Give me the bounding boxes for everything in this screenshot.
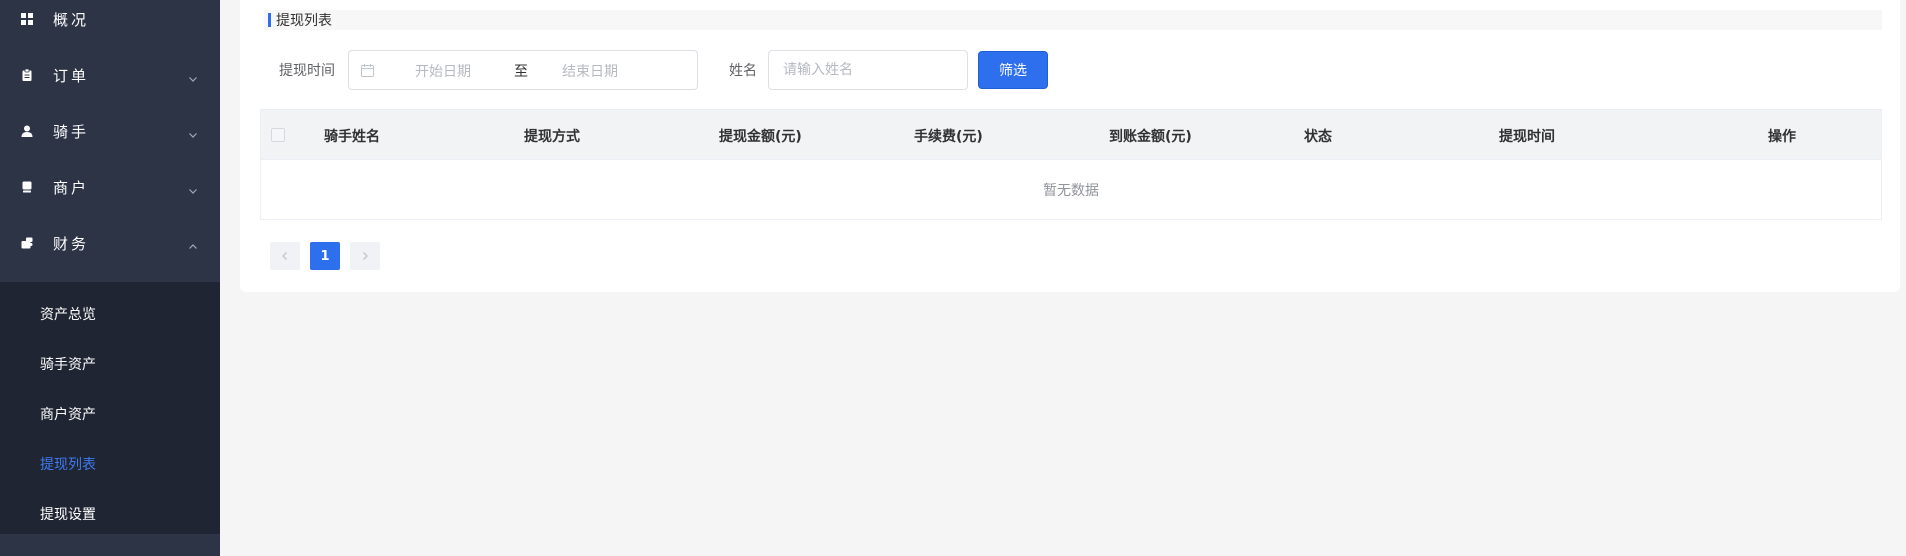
wallet-icon bbox=[21, 237, 33, 249]
name-input[interactable] bbox=[768, 50, 968, 90]
next-page-button[interactable] bbox=[350, 242, 380, 270]
menu-item-merchants[interactable]: 商户 bbox=[0, 159, 220, 215]
content-card: 提现列表 提现时间 开始日期 至 结束日期 姓名 筛选 骑手姓名 提现方式 提现… bbox=[240, 0, 1900, 292]
chevron-down-icon bbox=[188, 182, 198, 194]
sidebar-item-merchant-assets[interactable]: 商户资产 bbox=[0, 389, 220, 439]
range-separator: 至 bbox=[514, 64, 528, 80]
menu-item-label: 财务 bbox=[53, 234, 90, 253]
calendar-icon bbox=[361, 64, 374, 77]
column-header: 提现金额(元) bbox=[719, 129, 802, 145]
start-date-input[interactable]: 开始日期 bbox=[415, 61, 471, 81]
sidebar-item-rider-assets[interactable]: 骑手资产 bbox=[0, 339, 220, 389]
page-title: 提现列表 bbox=[276, 13, 332, 29]
column-header: 提现时间 bbox=[1499, 129, 1555, 145]
menu-item-overview[interactable]: 概况 bbox=[0, 0, 220, 47]
sidebar-item-withdrawal-settings[interactable]: 提现设置 bbox=[0, 489, 220, 539]
select-all-checkbox[interactable] bbox=[271, 128, 285, 142]
shop-icon bbox=[21, 181, 33, 193]
column-header: 到账金额(元) bbox=[1109, 129, 1192, 145]
menu-item-label: 概况 bbox=[53, 10, 90, 29]
sidebar-item-asset-overview[interactable]: 资产总览 bbox=[0, 289, 220, 339]
chevron-down-icon bbox=[188, 126, 198, 138]
menu-item-label: 订单 bbox=[53, 66, 90, 85]
chevron-left-icon bbox=[282, 252, 287, 260]
sidebar-item-withdrawal-list[interactable]: 提现列表 bbox=[0, 439, 220, 489]
column-header: 操作 bbox=[1768, 129, 1796, 145]
chevron-up-icon bbox=[188, 238, 198, 249]
name-label: 姓名 bbox=[729, 63, 757, 79]
menu-item-label: 骑手 bbox=[53, 122, 90, 141]
section-marker bbox=[268, 13, 271, 27]
end-date-input[interactable]: 结束日期 bbox=[562, 61, 618, 81]
chevron-right-icon bbox=[363, 252, 368, 260]
user-icon bbox=[21, 125, 33, 137]
sidebar-footer bbox=[0, 534, 220, 556]
dashboard-icon bbox=[21, 13, 33, 25]
sidebar: 概况 订单 骑手 商户 财务 资产总览 骑手资产 商户资产 提现列表 提现设置 bbox=[0, 0, 220, 556]
withdrawal-table: 骑手姓名 提现方式 提现金额(元) 手续费(元) 到账金额(元) 状态 提现时间… bbox=[260, 109, 1882, 220]
filter-button[interactable]: 筛选 bbox=[978, 51, 1048, 89]
withdrawal-time-label: 提现时间 bbox=[279, 63, 335, 79]
column-header: 提现方式 bbox=[524, 129, 580, 145]
finance-submenu: 资产总览 骑手资产 商户资产 提现列表 提现设置 bbox=[0, 282, 220, 534]
column-header: 骑手姓名 bbox=[324, 129, 380, 145]
menu-item-orders[interactable]: 订单 bbox=[0, 47, 220, 103]
section-header: 提现列表 bbox=[264, 10, 1882, 30]
column-header: 手续费(元) bbox=[914, 129, 983, 145]
page-number-current[interactable]: 1 bbox=[310, 242, 340, 270]
chevron-down-icon bbox=[188, 70, 198, 82]
table-header: 骑手姓名 提现方式 提现金额(元) 手续费(元) 到账金额(元) 状态 提现时间… bbox=[261, 110, 1881, 160]
menu-item-finance[interactable]: 财务 bbox=[0, 215, 220, 271]
empty-state-text: 暂无数据 bbox=[1043, 182, 1099, 199]
clipboard-icon bbox=[21, 69, 33, 81]
menu-item-riders[interactable]: 骑手 bbox=[0, 103, 220, 159]
menu-item-label: 商户 bbox=[53, 178, 90, 197]
column-header: 状态 bbox=[1304, 129, 1332, 145]
date-range-picker[interactable]: 开始日期 至 结束日期 bbox=[348, 50, 698, 90]
prev-page-button[interactable] bbox=[270, 242, 300, 270]
